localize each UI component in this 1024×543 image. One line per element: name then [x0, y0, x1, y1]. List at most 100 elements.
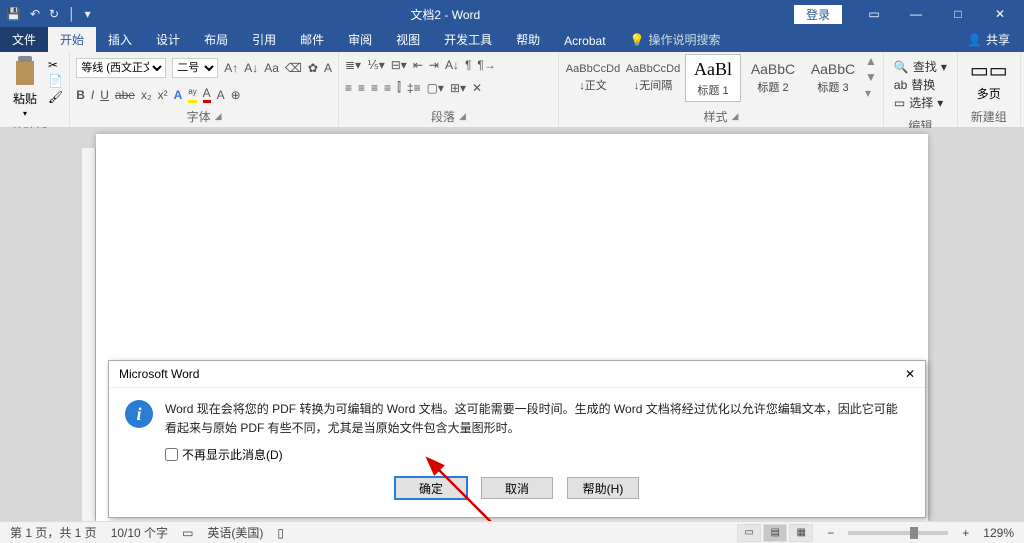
- read-mode-icon[interactable]: ▭: [737, 524, 761, 542]
- snap-icon[interactable]: ✕: [472, 81, 482, 95]
- font-size-select[interactable]: 二号: [172, 58, 218, 78]
- styles-down-icon[interactable]: ▼: [865, 70, 877, 84]
- redo-icon[interactable]: ↻: [49, 7, 59, 21]
- replace-button[interactable]: ab替换: [894, 76, 947, 93]
- undo-icon[interactable]: ↶: [30, 7, 40, 21]
- maximize-icon[interactable]: □: [938, 0, 978, 28]
- close-icon[interactable]: ✕: [980, 0, 1020, 28]
- ok-button[interactable]: 确定: [395, 477, 467, 499]
- style-normal[interactable]: AaBbCcDd↓正文: [565, 54, 621, 102]
- line-spacing-icon[interactable]: ‡≡: [407, 81, 421, 95]
- print-layout-icon[interactable]: ▤: [763, 524, 787, 542]
- zoom-level[interactable]: 129%: [983, 526, 1014, 540]
- tab-mailings[interactable]: 邮件: [288, 27, 336, 52]
- select-button[interactable]: ▭选择▾: [894, 94, 947, 111]
- align-left-icon[interactable]: ≡: [345, 81, 352, 95]
- page-count[interactable]: 第 1 页，共 1 页: [10, 524, 97, 541]
- save-icon[interactable]: 💾: [6, 7, 21, 21]
- styles-launcher[interactable]: ◢: [731, 111, 738, 122]
- tab-acrobat[interactable]: Acrobat: [552, 30, 617, 52]
- style-heading1[interactable]: AaBl标题 1: [685, 54, 741, 102]
- qat-custom-icon[interactable]: ▾: [85, 7, 91, 21]
- ribbon-display-icon[interactable]: ▭: [854, 0, 894, 28]
- sort-icon[interactable]: A↓: [445, 58, 459, 72]
- tab-review[interactable]: 审阅: [336, 27, 384, 52]
- char-shading-icon[interactable]: A: [217, 88, 225, 102]
- paste-button[interactable]: 粘贴▾: [6, 54, 44, 122]
- titlebar: 💾 ↶ ↻ │ ▾ 文档2 - Word 登录 ▭ ― □ ✕: [0, 0, 1024, 28]
- tab-help[interactable]: 帮助: [504, 27, 552, 52]
- find-button[interactable]: 🔍查找▾: [894, 58, 947, 75]
- shading-icon[interactable]: ▢▾: [427, 81, 444, 95]
- proofing-icon[interactable]: ▭: [182, 526, 193, 540]
- zoom-slider[interactable]: [848, 531, 948, 535]
- italic-button[interactable]: I: [91, 88, 94, 102]
- indent-dec-icon[interactable]: ⇤: [413, 58, 423, 72]
- tab-file[interactable]: 文件: [0, 27, 48, 52]
- underline-button[interactable]: U: [100, 88, 109, 102]
- font-color-icon[interactable]: A: [203, 86, 211, 103]
- align-right-icon[interactable]: ≡: [371, 81, 378, 95]
- minimize-icon[interactable]: ―: [896, 0, 936, 28]
- search-icon: 🔍: [894, 60, 909, 74]
- justify-icon[interactable]: ≡: [384, 81, 391, 95]
- highlight-icon[interactable]: ᵃʸ: [188, 86, 196, 103]
- tab-insert[interactable]: 插入: [96, 27, 144, 52]
- bold-button[interactable]: B: [76, 88, 85, 102]
- tab-design[interactable]: 设计: [144, 27, 192, 52]
- align-center-icon[interactable]: ≡: [358, 81, 365, 95]
- cancel-button[interactable]: 取消: [481, 477, 553, 499]
- style-heading2[interactable]: AaBbC标题 2: [745, 54, 801, 102]
- language[interactable]: 英语(美国): [207, 524, 263, 541]
- ltr-icon[interactable]: ¶→: [477, 58, 495, 72]
- login-button[interactable]: 登录: [794, 5, 842, 24]
- multilevel-icon[interactable]: ⊟▾: [391, 58, 407, 72]
- word-count[interactable]: 10/10 个字: [111, 524, 168, 541]
- clear-format-icon[interactable]: ⌫: [285, 61, 302, 75]
- copy-icon[interactable]: 📄: [48, 74, 63, 88]
- tell-me[interactable]: 💡操作说明搜索: [618, 27, 733, 52]
- cut-icon[interactable]: ✂: [48, 58, 63, 72]
- distribute-icon[interactable]: ⫿: [397, 80, 401, 95]
- enclose-char-icon[interactable]: ⊕: [231, 88, 241, 102]
- format-painter-icon[interactable]: 🖌: [48, 90, 63, 104]
- strike-button[interactable]: abe: [115, 88, 135, 102]
- subscript-button[interactable]: x₂: [141, 88, 152, 102]
- group-font: 等线 (西文正文) 二号 A↑ A↓ Aa ⌫ ✿ A B I U abe x₂…: [70, 52, 339, 127]
- vertical-ruler[interactable]: [82, 148, 96, 521]
- indent-inc-icon[interactable]: ⇥: [429, 58, 439, 72]
- tab-home[interactable]: 开始: [48, 27, 96, 52]
- font-launcher[interactable]: ◢: [215, 111, 222, 122]
- styles-more-icon[interactable]: ▾: [865, 86, 877, 100]
- text-effects-icon[interactable]: A: [174, 88, 183, 102]
- borders-icon[interactable]: ⊞▾: [450, 81, 466, 95]
- tab-layout[interactable]: 布局: [192, 27, 240, 52]
- font-name-select[interactable]: 等线 (西文正文): [76, 58, 166, 78]
- multipage-button[interactable]: ▭▭ 多页: [964, 54, 1014, 106]
- zoom-out-icon[interactable]: −: [827, 526, 834, 540]
- show-marks-icon[interactable]: ¶: [465, 58, 471, 72]
- tab-references[interactable]: 引用: [240, 27, 288, 52]
- styles-up-icon[interactable]: ▲: [865, 54, 877, 68]
- shrink-font-icon[interactable]: A↓: [244, 61, 258, 75]
- style-heading3[interactable]: AaBbC标题 3: [805, 54, 861, 102]
- share-button[interactable]: 👤共享: [953, 27, 1024, 52]
- phonetic-icon[interactable]: ✿: [308, 61, 318, 75]
- grow-font-icon[interactable]: A↑: [224, 61, 238, 75]
- paragraph-launcher[interactable]: ◢: [459, 111, 466, 122]
- superscript-button[interactable]: x²: [158, 88, 168, 102]
- zoom-in-icon[interactable]: +: [962, 526, 969, 540]
- ribbon-tabs: 文件 开始 插入 设计 布局 引用 邮件 审阅 视图 开发工具 帮助 Acrob…: [0, 28, 1024, 52]
- dont-show-checkbox[interactable]: [165, 448, 178, 461]
- change-case-icon[interactable]: Aa: [264, 61, 279, 75]
- tab-developer[interactable]: 开发工具: [432, 27, 504, 52]
- bullets-icon[interactable]: ≣▾: [345, 58, 361, 72]
- char-border-icon[interactable]: A: [324, 61, 332, 75]
- help-button[interactable]: 帮助(H): [567, 477, 639, 499]
- style-nospacing[interactable]: AaBbCcDd↓无间隔: [625, 54, 681, 102]
- macro-icon[interactable]: ▯: [277, 526, 284, 540]
- web-layout-icon[interactable]: ▦: [789, 524, 813, 542]
- tab-view[interactable]: 视图: [384, 27, 432, 52]
- dialog-close-icon[interactable]: ✕: [905, 367, 915, 381]
- numbering-icon[interactable]: ⅕▾: [367, 58, 385, 72]
